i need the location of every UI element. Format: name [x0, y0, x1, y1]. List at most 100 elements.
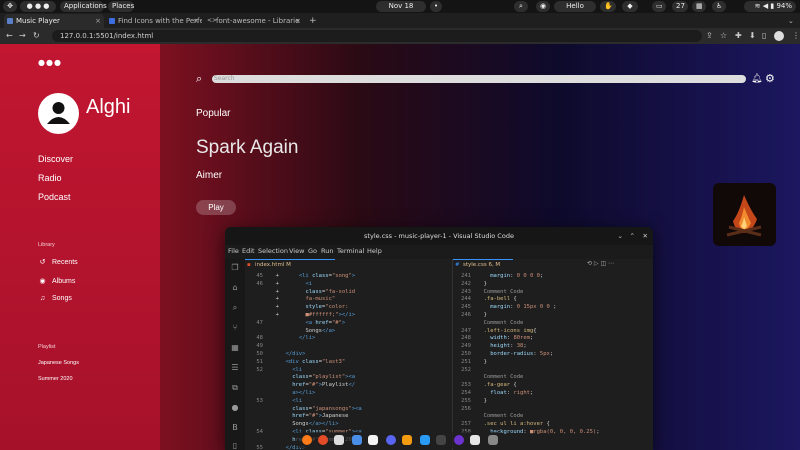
mail-icon[interactable]: [368, 435, 378, 445]
new-tab-button[interactable]: +: [306, 14, 320, 28]
close-icon[interactable]: ×: [95, 14, 101, 28]
terminal-icon[interactable]: [436, 435, 446, 445]
editor-tab-index-html[interactable]: ▪ index.html M: [245, 259, 335, 269]
menu-file[interactable]: File: [228, 247, 239, 255]
playlist-item[interactable]: Japanese Songs: [38, 360, 79, 366]
system-status[interactable]: ≋ ◀ ▮ 94%: [744, 1, 796, 12]
album-art[interactable]: [713, 183, 776, 246]
menu-run[interactable]: Run: [321, 247, 333, 255]
downloads-icon[interactable]: ⬇: [749, 30, 756, 42]
search-icon[interactable]: ⌕: [230, 303, 240, 312]
editor-style-css[interactable]: # style.css 6, M ⟲ ▷ ◫ ⋯ 241 margin: 0 0…: [452, 259, 653, 450]
section-title: Popular: [196, 108, 231, 119]
username: Alghi: [86, 96, 131, 118]
greeting-widget[interactable]: Hello World!: [554, 1, 596, 21]
library-item-recents[interactable]: ↺ Recents: [38, 258, 78, 266]
photos-icon[interactable]: [402, 435, 412, 445]
bracket-icon[interactable]: B: [230, 423, 240, 432]
vscode-icon[interactable]: [420, 435, 430, 445]
profile-avatar[interactable]: [774, 31, 784, 41]
files-icon[interactable]: [352, 435, 362, 445]
nav-podcast[interactable]: Podcast: [38, 192, 71, 202]
chrome-icon[interactable]: [318, 435, 328, 445]
discord-icon[interactable]: [386, 435, 396, 445]
activities-icon[interactable]: ✥: [3, 1, 17, 12]
search-icon: ⌕: [196, 72, 203, 85]
workspace-indicator[interactable]: ● ● ●: [20, 1, 56, 12]
editor-actions-icon[interactable]: ⟲ ▷ ◫ ⋯: [587, 260, 614, 267]
phone-icon[interactable]: ▯: [230, 441, 240, 450]
minimize-icon[interactable]: ⌄: [618, 227, 623, 245]
menu-go[interactable]: Go: [308, 247, 317, 255]
address-bar[interactable]: 127.0.0.1:5501/index.html: [52, 30, 702, 42]
tab-font-awesome[interactable]: <> font-awesome - Librarie ×: [204, 14, 304, 28]
library-item-songs[interactable]: ♫ Songs: [38, 295, 72, 302]
history-icon: ↺: [39, 259, 46, 266]
editor-tab-label: index.html M: [255, 262, 291, 268]
source-control-icon[interactable]: ⑂: [230, 323, 240, 332]
bookmark-star-icon[interactable]: ☆: [720, 30, 727, 42]
avatar[interactable]: [38, 93, 79, 134]
extension-icon[interactable]: ◆: [622, 1, 638, 12]
disc-icon: ◉: [39, 278, 46, 285]
clock[interactable]: Nov 18 00:43: [376, 1, 426, 21]
places-menu[interactable]: Places: [108, 1, 134, 12]
nav-radio[interactable]: Radio: [38, 173, 62, 183]
search-placeholder: Search: [214, 75, 235, 82]
app-grid-icon[interactable]: [488, 435, 498, 445]
tab-list-chevron-icon[interactable]: ⌄: [788, 14, 798, 28]
artist-name: Aimer: [196, 170, 223, 181]
gear-icon[interactable]: ⚙: [765, 72, 775, 85]
home-icon[interactable]: ⌂: [230, 283, 240, 292]
notification-dot-icon[interactable]: •: [430, 1, 442, 12]
search-tray-icon[interactable]: ⌕: [514, 1, 528, 12]
explorer-icon[interactable]: ❐: [230, 263, 240, 272]
close-icon[interactable]: ×: [295, 14, 301, 28]
play-button[interactable]: Play: [196, 200, 236, 215]
obsidian-icon[interactable]: [454, 435, 464, 445]
more-menu-icon[interactable]: ⋮: [792, 30, 800, 42]
search-input[interactable]: Search: [212, 75, 746, 83]
reload-icon[interactable]: ↻: [33, 30, 40, 42]
firefox-icon[interactable]: [302, 435, 312, 445]
sidebar: ●●● Alghi Discover Radio Podcast Library…: [0, 44, 160, 450]
extensions-puzzle-icon[interactable]: ✚: [735, 30, 742, 42]
bell-icon[interactable]: 🔔︎: [751, 74, 762, 84]
settings-icon[interactable]: [470, 435, 480, 445]
remote-icon[interactable]: ⧉: [230, 383, 240, 392]
menu-terminal[interactable]: Terminal: [337, 247, 364, 255]
testing-icon[interactable]: ☰: [230, 363, 240, 372]
tab-music-player[interactable]: Music Player ×: [4, 14, 104, 28]
applications-menu[interactable]: Applications: [60, 1, 107, 12]
globe-icon: [7, 18, 13, 24]
menu-view[interactable]: View: [289, 247, 304, 255]
close-icon[interactable]: ×: [193, 14, 199, 28]
workspace-number[interactable]: 27: [672, 1, 688, 12]
calendar-icon[interactable]: [334, 435, 344, 445]
accessibility-icon[interactable]: ♿: [712, 1, 726, 12]
back-arrow-icon[interactable]: ←: [6, 30, 13, 42]
playlist-item[interactable]: Summer 2020: [38, 376, 73, 382]
editor-tab-style-css[interactable]: # style.css 6, M: [453, 259, 513, 269]
editor-index-html[interactable]: ▪ index.html M 45 + <li class="song"> 46…: [245, 259, 451, 450]
menu-selection[interactable]: Selection: [258, 247, 288, 255]
maximize-icon[interactable]: ⌃: [630, 227, 635, 245]
github-icon[interactable]: ●: [230, 403, 240, 412]
menu-edit[interactable]: Edit: [242, 247, 255, 255]
menu-help[interactable]: Help: [367, 247, 382, 255]
playlist-heading: Playlist: [38, 344, 56, 350]
extensions-icon[interactable]: ▦: [230, 343, 240, 352]
tab-find-icons[interactable]: Find Icons with the Perfe ×: [106, 14, 202, 28]
forward-arrow-icon[interactable]: →: [19, 30, 26, 42]
discord-tray-icon[interactable]: ◉: [536, 1, 550, 12]
share-icon[interactable]: ⇪: [706, 30, 713, 42]
hand-icon[interactable]: ✋: [600, 1, 616, 12]
vscode-activity-bar: ❐ ⌂ ⌕ ⑂ ▦ ☰ ⧉ ● B ▯: [225, 259, 245, 450]
layout-icon[interactable]: ▦: [692, 1, 706, 12]
library-item-albums[interactable]: ◉ Albums: [38, 277, 75, 285]
close-icon[interactable]: ✕: [643, 227, 648, 245]
sidebar-toggle-icon[interactable]: ▯: [762, 30, 766, 42]
music-note-icon: ♫: [39, 295, 46, 302]
nav-discover[interactable]: Discover: [38, 154, 73, 164]
window-icon[interactable]: ▭: [652, 1, 666, 12]
